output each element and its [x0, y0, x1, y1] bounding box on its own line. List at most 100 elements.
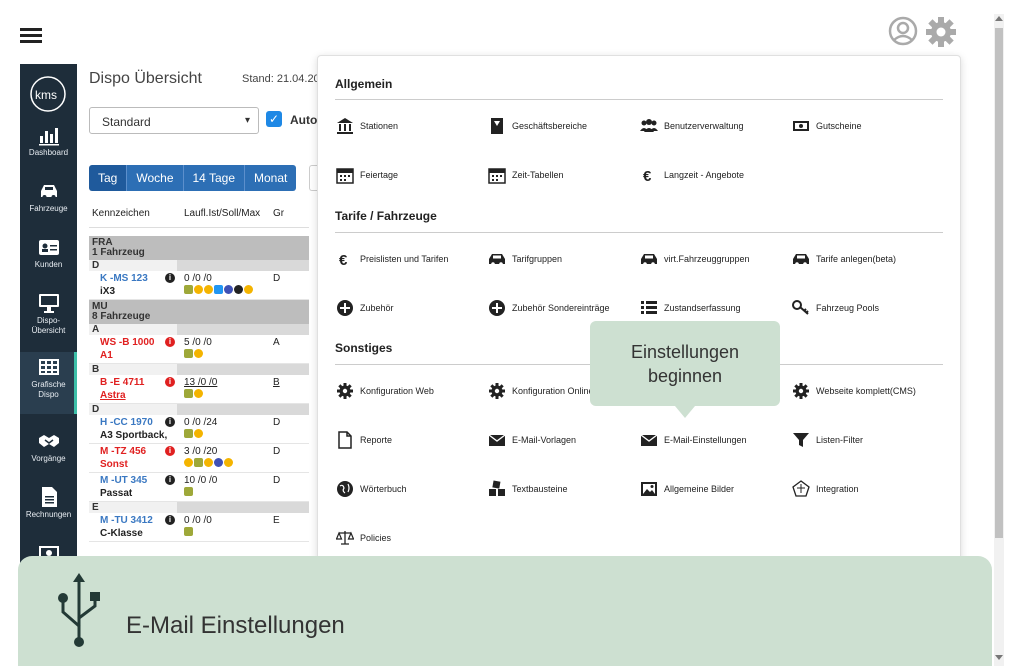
table-row[interactable]: M -UT 345 Passat i 10 /0 /0 D	[89, 473, 309, 502]
vehicle-model: A3 Sportback, A	[100, 430, 168, 441]
usb-icon	[58, 573, 100, 647]
license-plate[interactable]: M -TU 3412	[100, 515, 153, 526]
mileage-value: 13 /0 /0	[184, 377, 218, 388]
scale-balance-icon	[336, 531, 354, 545]
vehicle-model: Astra	[100, 390, 126, 401]
mileage-value: 0 /0 /24	[184, 417, 218, 428]
user-profile-icon[interactable]	[888, 16, 918, 46]
vehicle-group: A	[273, 337, 280, 348]
table-row[interactable]: H -CC 1970 A3 Sportback, A i 0 /0 /24 D	[89, 415, 309, 444]
clock-icon	[204, 458, 213, 467]
info-icon[interactable]: i	[165, 417, 175, 427]
auto-label: Auto	[290, 113, 318, 127]
table-row[interactable]: M -TU 3412 C-Klasse i 0 /0 /0 E	[89, 513, 309, 542]
settings-gear-icon[interactable]	[925, 16, 957, 48]
sidebar-item-label: Dashboard	[28, 148, 69, 157]
calendar-icon	[336, 168, 354, 184]
svg-text:€: €	[643, 168, 652, 184]
euro-icon: €	[339, 252, 348, 268]
info-icon[interactable]: i	[165, 515, 175, 525]
sidebar-item-label: Rechnungen	[25, 510, 72, 519]
column-header-gruppe[interactable]: Gr	[273, 208, 284, 219]
sidebar-item-fahrzeuge[interactable]: Fahrzeuge	[20, 176, 77, 232]
range-button-14-tage[interactable]: 14 Tage	[183, 165, 245, 191]
sidebar-item-vorgaenge[interactable]: Vorgänge	[20, 426, 77, 482]
license-plate[interactable]: WS -B 1000	[100, 337, 154, 348]
plus-circle-icon	[489, 300, 505, 316]
range-button-tag[interactable]: Tag	[89, 165, 128, 191]
vehicle-group: D	[273, 446, 281, 457]
sun-icon	[194, 285, 203, 294]
range-button-woche[interactable]: Woche	[127, 165, 184, 191]
menu-item-label: Konfiguration Web	[360, 386, 434, 396]
menu-item-label: Benutzerverwaltung	[664, 121, 744, 131]
gear-icon	[489, 383, 505, 399]
location-pin-icon	[194, 389, 203, 398]
mileage-value: 5 /0 /0	[184, 337, 212, 348]
money-bill-icon	[793, 121, 809, 131]
hamburger-menu-icon[interactable]	[20, 28, 42, 43]
menu-item-label: Gutscheine	[816, 121, 862, 131]
license-plate[interactable]: M -UT 345	[100, 475, 147, 486]
table-row[interactable]: B -E 4711 Astra i 13 /0 /0 B	[89, 375, 309, 404]
sidebar-item-dashboard[interactable]: Dashboard	[20, 120, 77, 176]
gear-icon	[793, 383, 809, 399]
chevron-down-icon: ▾	[244, 115, 250, 126]
sidebar: kms Dashboard Fahrzeuge Kunden Dispo- Üb…	[20, 64, 77, 564]
license-plate[interactable]: K -MS 123	[100, 273, 148, 284]
scroll-up-arrow-icon[interactable]	[995, 16, 1003, 21]
stand-timestamp: Stand: 21.04.20	[242, 73, 320, 85]
column-header-laufleistung[interactable]: Laufl.Ist/Soll/Max	[184, 208, 260, 219]
mileage-value: 0 /0 /0	[184, 273, 212, 284]
info-icon[interactable]: i	[165, 377, 175, 387]
image-icon	[641, 482, 657, 496]
tutorial-tooltip: Einstellungen beginnen	[590, 321, 780, 418]
menu-item-label: Zustandserfassung	[664, 303, 741, 313]
table-row[interactable]: M -TZ 456 Sonst i 3 /0 /20 D	[89, 444, 309, 473]
scrollbar-thumb[interactable]	[995, 28, 1003, 538]
license-plate[interactable]: B -E 4711	[100, 377, 144, 388]
vehicle-model: A1	[100, 350, 113, 361]
page-title: Dispo Übersicht	[89, 70, 202, 87]
menu-item-label: Wörterbuch	[360, 484, 407, 494]
a-badge-icon	[214, 458, 223, 467]
license-plate[interactable]: H -CC 1970	[100, 417, 153, 428]
menu-item-label: Preislisten und Tarifen	[360, 254, 449, 264]
category-subheader: D	[89, 404, 309, 415]
table-row[interactable]: K -MS 123 iX3 i 0 /0 /0 D	[89, 271, 309, 300]
auto-checkbox[interactable]: ✓	[266, 111, 282, 127]
license-plate[interactable]: M -TZ 456	[100, 446, 146, 457]
sidebar-item-rechnungen[interactable]: Rechnungen	[20, 482, 77, 538]
car-icon	[489, 254, 505, 266]
column-header-kennzeichen[interactable]: Kennzeichen	[92, 208, 150, 219]
sun-icon	[184, 458, 193, 467]
info-icon[interactable]: i	[165, 273, 175, 283]
feature-icons	[184, 389, 203, 398]
category-subheader: B	[89, 364, 309, 375]
menu-item-label: Webseite komplett(CMS)	[816, 386, 916, 396]
menu-item-label: Zubehör	[360, 303, 394, 313]
tag-icon	[184, 487, 193, 496]
mileage-value: 0 /0 /0	[184, 515, 212, 526]
cubes-icon	[489, 480, 505, 496]
scroll-down-arrow-icon[interactable]	[995, 655, 1003, 660]
tooltip-line-1: Einstellungen	[630, 342, 740, 362]
station-group-header: MU 8 Fahrzeuge	[89, 300, 309, 324]
sidebar-item-dispo-uebersicht[interactable]: Dispo- Übersicht	[20, 288, 77, 350]
info-icon[interactable]: i	[165, 337, 175, 347]
svg-text:€: €	[339, 252, 348, 268]
info-icon[interactable]: i	[165, 475, 175, 485]
envelope-icon	[488, 434, 506, 446]
feature-icons	[184, 487, 193, 496]
sidebar-item-grafische-dispo[interactable]: Grafische Dispo	[20, 352, 77, 414]
sidebar-item-label: Dispo- Übersicht	[31, 316, 66, 335]
list-icon	[641, 301, 657, 314]
clock-icon	[204, 285, 213, 294]
vertical-scrollbar[interactable]	[994, 14, 1004, 666]
range-button-monat[interactable]: Monat	[245, 165, 297, 191]
table-row[interactable]: WS -B 1000 A1 i 5 /0 /0 A	[89, 335, 309, 364]
view-select[interactable]: Standard ▾	[89, 107, 259, 134]
info-icon[interactable]: i	[165, 446, 175, 456]
sidebar-item-kunden[interactable]: Kunden	[20, 232, 77, 288]
category-subheader: D	[89, 260, 309, 271]
